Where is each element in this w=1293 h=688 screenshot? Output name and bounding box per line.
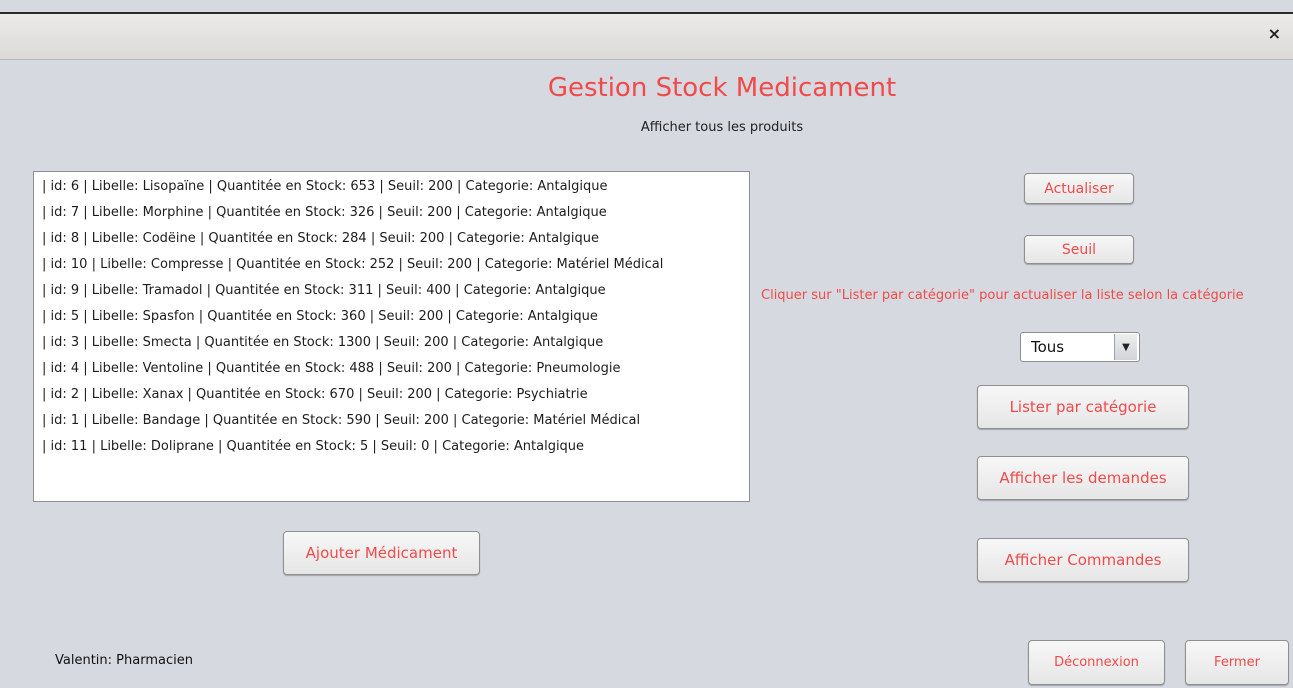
current-user-label: Valentin: Pharmacien	[55, 653, 193, 668]
list-item[interactable]: | id: 1 | Libelle: Bandage | Quantitée e…	[34, 410, 749, 436]
list-item[interactable]: | id: 4 | Libelle: Ventoline | Quantitée…	[34, 358, 749, 384]
seuil-button[interactable]: Seuil	[1024, 235, 1134, 264]
list-item[interactable]: | id: 8 | Libelle: Codëine | Quantitée e…	[34, 228, 749, 254]
list-item[interactable]: | id: 10 | Libelle: Compresse | Quantité…	[34, 254, 749, 280]
lister-par-categorie-button[interactable]: Lister par catégorie	[977, 385, 1189, 429]
page-subtitle: Afficher tous les produits	[640, 120, 804, 135]
deconnexion-button[interactable]: Déconnexion	[1028, 640, 1165, 685]
fermer-button[interactable]: Fermer	[1185, 640, 1289, 685]
actualiser-button[interactable]: Actualiser	[1024, 173, 1134, 204]
list-item[interactable]: | id: 9 | Libelle: Tramadol | Quantitée …	[34, 280, 749, 306]
afficher-demandes-button[interactable]: Afficher les demandes	[977, 456, 1189, 500]
list-item[interactable]: | id: 6 | Libelle: Lisopaïne | Quantitée…	[34, 176, 749, 202]
category-select-value: Tous	[1031, 338, 1065, 356]
product-list[interactable]: | id: 6 | Libelle: Lisopaïne | Quantitée…	[33, 171, 750, 502]
chevron-down-icon[interactable]: ▼	[1114, 334, 1137, 360]
list-item[interactable]: | id: 11 | Libelle: Doliprane | Quantité…	[34, 436, 749, 462]
list-item[interactable]: | id: 7 | Libelle: Morphine | Quantitée …	[34, 202, 749, 228]
category-hint: Cliquer sur "Lister par catégorie" pour …	[761, 288, 1244, 303]
close-icon[interactable]: ×	[1268, 24, 1281, 43]
ajouter-medicament-button[interactable]: Ajouter Médicament	[283, 531, 480, 575]
title-bar: ×	[0, 12, 1293, 60]
category-select[interactable]: Tous ▼	[1020, 332, 1140, 362]
list-item[interactable]: | id: 5 | Libelle: Spasfon | Quantitée e…	[34, 306, 749, 332]
top-strip	[0, 0, 1293, 12]
list-item[interactable]: | id: 2 | Libelle: Xanax | Quantitée en …	[34, 384, 749, 410]
afficher-commandes-button[interactable]: Afficher Commandes	[977, 538, 1189, 582]
page-title: Gestion Stock Medicament	[547, 73, 897, 103]
main-window: × Gestion Stock Medicament Afficher tous…	[0, 0, 1293, 688]
list-item[interactable]: | id: 3 | Libelle: Smecta | Quantitée en…	[34, 332, 749, 358]
